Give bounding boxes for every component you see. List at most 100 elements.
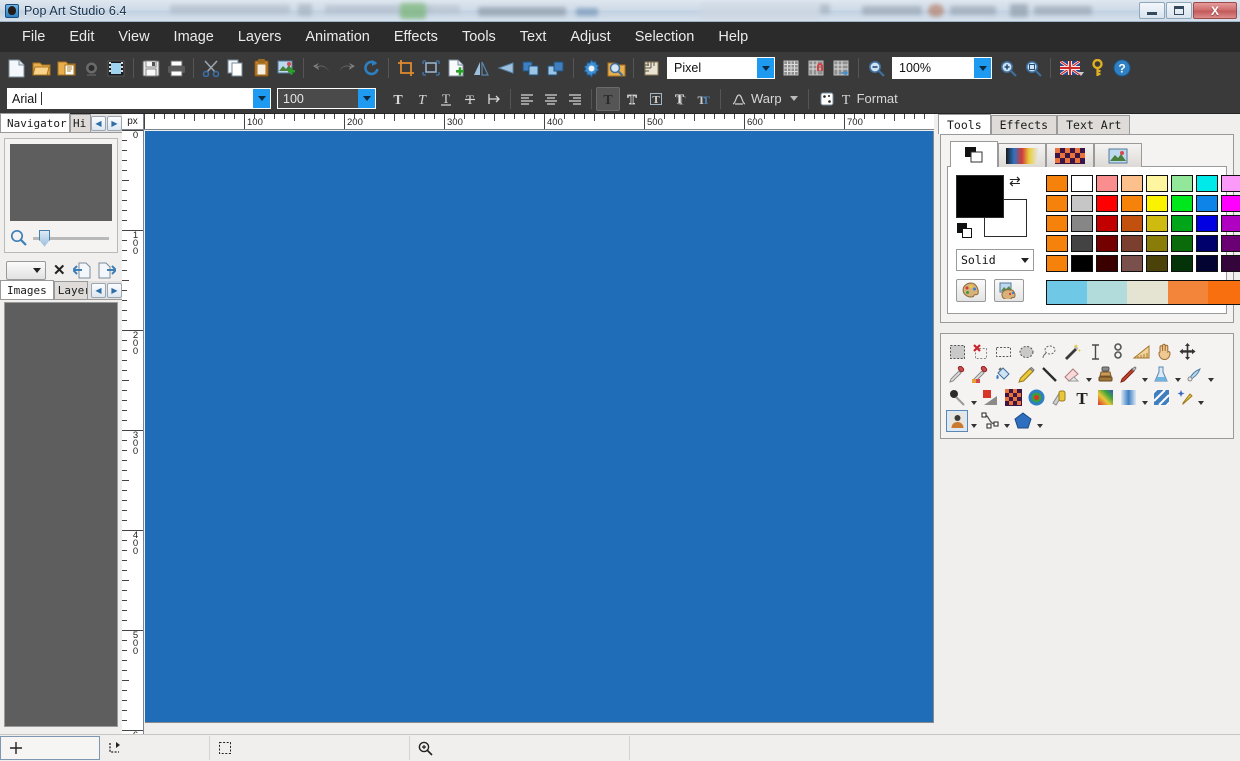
eyedropper-icon[interactable] [946, 364, 968, 386]
tab-layers[interactable]: Layer [54, 281, 88, 299]
color-swatch[interactable] [1196, 235, 1218, 252]
color-swatch[interactable] [1071, 195, 1093, 212]
refresh-icon[interactable] [359, 56, 383, 80]
strikethrough-icon[interactable]: T [458, 87, 482, 111]
sparkle-wand-icon[interactable] [1173, 387, 1195, 409]
rectangle-select-icon[interactable] [946, 341, 968, 363]
chain-link-icon[interactable] [1107, 341, 1129, 363]
tab-pattern[interactable] [1046, 143, 1094, 167]
settings-gear-icon[interactable] [579, 56, 603, 80]
magnifier-icon[interactable] [10, 229, 28, 247]
color-swatch[interactable] [1071, 215, 1093, 232]
polygon-dropdown-icon[interactable] [1035, 410, 1044, 432]
color-swatch[interactable] [1221, 255, 1240, 272]
license-key-icon[interactable] [1085, 56, 1109, 80]
flip-vertical-icon[interactable] [494, 56, 518, 80]
palette-picker-icon[interactable] [994, 279, 1024, 302]
color-swatch[interactable] [1121, 195, 1143, 212]
selection-size-cell[interactable] [210, 736, 410, 760]
color-swatch[interactable] [1096, 195, 1118, 212]
measure-ruler-icon[interactable] [1130, 341, 1152, 363]
menu-tools[interactable]: Tools [450, 26, 508, 48]
delete-layer-icon[interactable]: ✕ [53, 263, 66, 278]
filmstrip-icon[interactable] [104, 56, 128, 80]
open-recent-icon[interactable] [54, 56, 78, 80]
zoom-out-icon[interactable] [864, 56, 888, 80]
color-swatch[interactable] [1071, 255, 1093, 272]
font-family-combo[interactable]: Arial [7, 88, 271, 109]
ruler-icon[interactable] [639, 56, 663, 80]
new-file-icon[interactable] [4, 56, 28, 80]
flip-horizontal-icon[interactable] [469, 56, 493, 80]
menu-effects[interactable]: Effects [382, 26, 450, 48]
font-size-combo[interactable]: 100 [277, 88, 376, 109]
crop-icon[interactable] [394, 56, 418, 80]
zoom-combo[interactable]: 100% [892, 57, 992, 79]
color-swatch[interactable] [1146, 175, 1168, 192]
canvas-viewport[interactable] [145, 131, 934, 734]
recent-color-swatch[interactable] [1168, 281, 1208, 304]
airbrush-icon[interactable] [1183, 364, 1205, 386]
bold-icon[interactable]: T [386, 87, 410, 111]
underline-icon[interactable]: T [434, 87, 458, 111]
color-swatch[interactable] [1071, 175, 1093, 192]
text-shadow-icon[interactable]: TT [668, 87, 692, 111]
menu-adjust[interactable]: Adjust [558, 26, 622, 48]
new-layer-icon[interactable] [444, 56, 468, 80]
language-flag-icon[interactable] [1056, 56, 1084, 80]
tab-history[interactable]: Hi [70, 114, 91, 132]
color-picker-icon[interactable] [969, 364, 991, 386]
paint-bucket-icon[interactable] [992, 364, 1014, 386]
color-swatch[interactable] [1071, 235, 1093, 252]
recent-color-swatch[interactable] [1208, 281, 1240, 304]
text-overlap-icon[interactable]: TT [692, 87, 716, 111]
color-swatch[interactable] [1096, 255, 1118, 272]
color-swatch[interactable] [1146, 235, 1168, 252]
zoom-combo-arrow[interactable] [974, 58, 991, 78]
foreground-color-swatch[interactable] [956, 175, 1004, 218]
blend-mode-combo[interactable] [6, 261, 46, 280]
zoom-in-icon[interactable] [996, 56, 1020, 80]
align-right-icon[interactable] [563, 87, 587, 111]
airbrush-dropdown-icon[interactable] [1206, 364, 1215, 386]
polygon-shape-icon[interactable] [1012, 410, 1034, 432]
line-spacing-icon[interactable] [482, 87, 506, 111]
slider-knob[interactable] [39, 230, 50, 247]
color-swatch[interactable] [1121, 255, 1143, 272]
paste-as-new-image-icon[interactable] [274, 56, 298, 80]
eraser-dropdown-icon[interactable] [1084, 364, 1093, 386]
scroll-right-icon[interactable]: ▶ [107, 116, 122, 131]
magic-wand-icon[interactable] [1061, 341, 1083, 363]
paste-clipboard-icon[interactable] [249, 56, 273, 80]
portrait-dropdown-icon[interactable] [969, 410, 978, 432]
move-tool-icon[interactable] [1176, 341, 1198, 363]
color-swatch[interactable] [1196, 195, 1218, 212]
grid-icon[interactable] [779, 56, 803, 80]
color-swatch[interactable] [1196, 175, 1218, 192]
color-target-icon[interactable] [1025, 387, 1047, 409]
ellipse-select-icon[interactable] [1015, 341, 1037, 363]
images-list-panel[interactable] [4, 302, 118, 727]
color-swatch[interactable] [1171, 215, 1193, 232]
color-swatch[interactable] [1196, 215, 1218, 232]
node-path-icon[interactable] [979, 410, 1001, 432]
color-swatch[interactable] [1221, 195, 1240, 212]
send-backward-icon[interactable] [73, 262, 91, 279]
swap-colors-icon[interactable]: ⇄ [1009, 173, 1021, 190]
save-icon[interactable] [139, 56, 163, 80]
menu-help[interactable]: Help [706, 26, 760, 48]
gradient-ramp-icon[interactable] [979, 387, 1001, 409]
flask-dropdown-icon[interactable] [1173, 364, 1182, 386]
redo-arrow-icon[interactable] [334, 56, 358, 80]
pattern-fill-icon[interactable] [1002, 387, 1024, 409]
color-swatch[interactable] [1046, 215, 1068, 232]
navigator-zoom-slider[interactable] [33, 237, 109, 240]
gradient-tool-icon[interactable] [1094, 387, 1116, 409]
color-swatch[interactable] [1171, 195, 1193, 212]
linear-gradient-icon[interactable] [1117, 387, 1139, 409]
tab-effects[interactable]: Effects [991, 115, 1057, 134]
scroll-left-icon[interactable]: ◀ [91, 116, 106, 131]
color-swatch[interactable] [1196, 255, 1218, 272]
eraser-icon[interactable] [1061, 364, 1083, 386]
italic-icon[interactable]: T [410, 87, 434, 111]
